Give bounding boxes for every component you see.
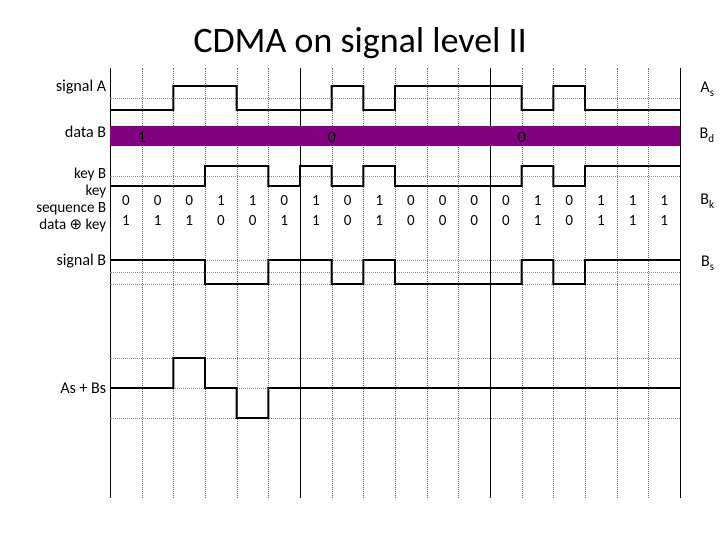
bit-value: 1 — [624, 212, 642, 230]
timing-diagram: signal AAsdata BBd100key Bkeysequence Bd… — [110, 68, 680, 498]
axis-label: As — [700, 78, 714, 99]
bit-value: 0 — [560, 192, 578, 210]
bit-value: 1 — [244, 192, 262, 210]
baseline — [110, 418, 680, 419]
bit-value: 0 — [497, 212, 515, 230]
bit-value: 1 — [529, 212, 547, 230]
key-sequence-row: 000110101000010111 — [110, 192, 680, 210]
page-title: CDMA on signal level II — [0, 18, 720, 62]
bit-value: 0 — [180, 192, 198, 210]
bit-value: 1 — [117, 212, 135, 230]
bit-value: 1 — [655, 212, 673, 230]
axis-label: Bs — [701, 252, 714, 273]
bit-value: 0 — [244, 212, 262, 230]
row-label: data B — [2, 124, 106, 142]
bit-value: 0 — [402, 192, 420, 210]
bit-value: 1 — [307, 192, 325, 210]
bit-value: 0 — [560, 212, 578, 230]
bit-value: 0 — [465, 212, 483, 230]
bit-value: 1 — [149, 212, 167, 230]
gridline — [680, 68, 681, 498]
bit-value: 1 — [529, 192, 547, 210]
bit-value: 1 — [212, 192, 230, 210]
bit-value: 0 — [339, 192, 357, 210]
row-label: signal B — [2, 252, 106, 270]
axis-label: Bk — [700, 190, 714, 211]
bit-value: 1 — [180, 212, 198, 230]
bit-value: 0 — [497, 192, 515, 210]
row-label: signal A — [2, 78, 106, 96]
bit-value: 1 — [655, 192, 673, 210]
bit-value: 0 — [434, 192, 452, 210]
bit-value: 1 — [370, 192, 388, 210]
bit-value: 0 — [434, 212, 452, 230]
bit-value: 0 — [212, 212, 230, 230]
bit-value: 1 — [275, 212, 293, 230]
bit-value: 1 — [592, 192, 610, 210]
bit-value: 1 — [370, 212, 388, 230]
axis-label: Bd — [700, 124, 714, 145]
row-label: As + Bs — [2, 380, 106, 398]
bit-value: 1 — [624, 192, 642, 210]
xor-row: 111001101000010111 — [110, 212, 680, 230]
bit-value: 0 — [275, 192, 293, 210]
row-label: key Bkeysequence Bdata ⊕ key — [2, 166, 106, 234]
bit-value: 0 — [339, 212, 357, 230]
bit-value: 1 — [307, 212, 325, 230]
bit-value: 1 — [592, 212, 610, 230]
bit-value: 0 — [117, 192, 135, 210]
bit-value: 0 — [402, 212, 420, 230]
waveform — [110, 68, 680, 168]
bit-value: 0 — [465, 192, 483, 210]
bit-value: 0 — [149, 192, 167, 210]
